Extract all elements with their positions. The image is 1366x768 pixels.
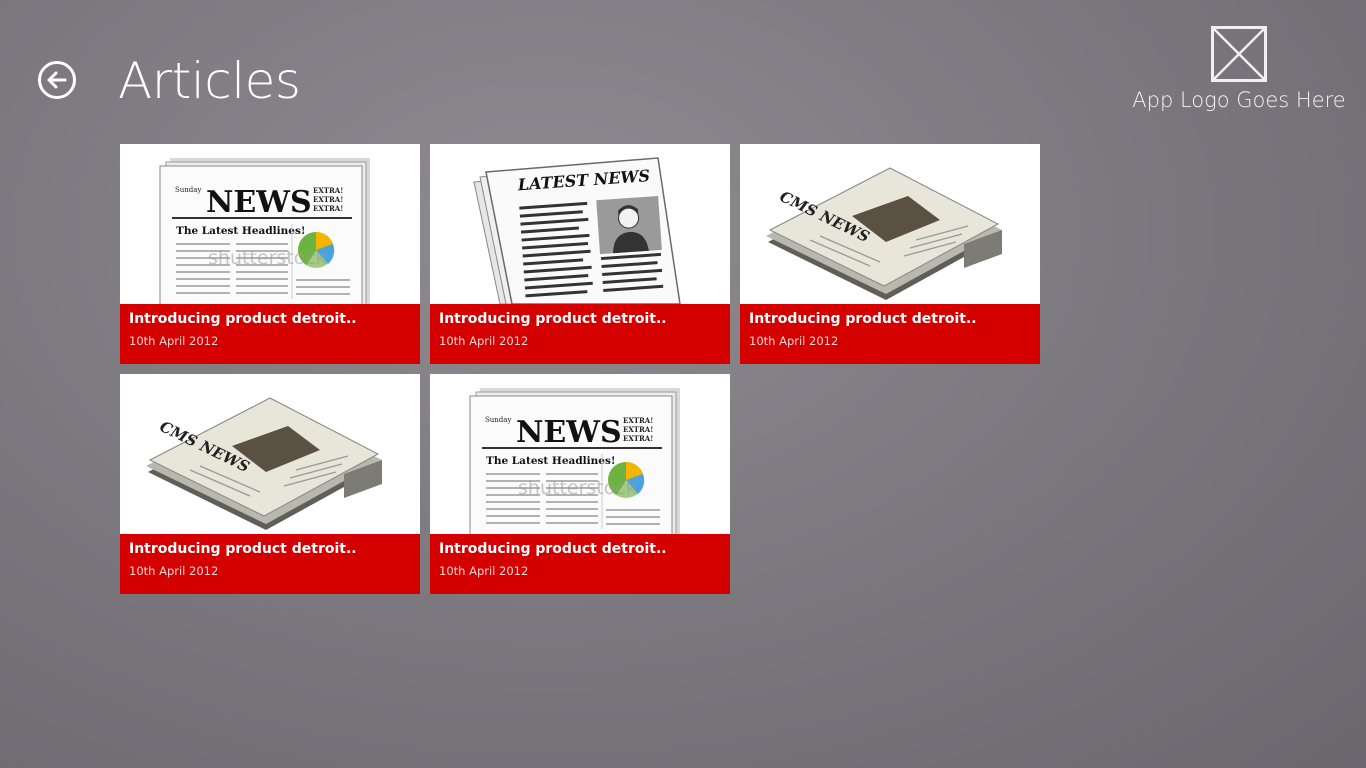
article-tile[interactable]: CMS NEWS Introducing product detroit.. 1…	[740, 144, 1040, 364]
sunday-label: Sunday	[485, 416, 511, 424]
article-title: Introducing product detroit..	[439, 311, 667, 327]
headlines-text: The Latest Headlines!	[486, 455, 615, 467]
article-date: 10th April 2012	[749, 334, 839, 348]
article-caption: Introducing product detroit.. 10th April…	[120, 304, 420, 364]
newspaper-icon: Sunday NEWS EXTRA! EXTRA! EXTRA! The Lat…	[159, 158, 370, 304]
article-tile[interactable]: Sunday NEWS EXTRA! EXTRA! EXTRA! The Lat…	[120, 144, 420, 364]
svg-text:EXTRA!: EXTRA!	[313, 186, 343, 195]
article-caption: Introducing product detroit.. 10th April…	[430, 534, 730, 594]
newspaper-icon: CMS NEWS	[146, 397, 382, 530]
article-date: 10th April 2012	[129, 334, 219, 348]
article-title: Introducing product detroit..	[129, 311, 357, 327]
svg-text:EXTRA!: EXTRA!	[623, 425, 653, 434]
article-thumbnail: Sunday NEWS EXTRA! EXTRA! EXTRA! The Lat…	[430, 374, 730, 534]
article-caption: Introducing product detroit.. 10th April…	[430, 304, 730, 364]
article-date: 10th April 2012	[129, 564, 219, 578]
logo-text: App Logo Goes Here	[1132, 88, 1346, 112]
back-button[interactable]	[38, 61, 76, 99]
news-headline: NEWS	[206, 185, 312, 220]
article-title: Introducing product detroit..	[129, 541, 357, 557]
news-headline: NEWS	[516, 415, 622, 450]
newspaper-icon: LATEST NEWS	[473, 157, 681, 304]
article-tile[interactable]: LATEST NEWS Introducing product detroit.…	[430, 144, 730, 364]
svg-text:EXTRA!: EXTRA!	[313, 195, 343, 204]
article-tile[interactable]: CMS NEWS Introducing product detroit.. 1…	[120, 374, 420, 594]
article-title: Introducing product detroit..	[749, 311, 977, 327]
headlines-text: The Latest Headlines!	[176, 225, 305, 237]
article-thumbnail: Sunday NEWS EXTRA! EXTRA! EXTRA! The Lat…	[120, 144, 420, 304]
svg-text:EXTRA!: EXTRA!	[313, 204, 343, 213]
app-logo: App Logo Goes Here	[1128, 26, 1350, 112]
article-thumbnail: CMS NEWS	[740, 144, 1040, 304]
newspaper-icon: CMS NEWS	[766, 167, 1002, 300]
svg-text:EXTRA!: EXTRA!	[623, 434, 653, 443]
watermark: shutterstock	[208, 247, 327, 269]
back-arrow-icon	[47, 71, 67, 89]
watermark: shutterstock	[518, 477, 637, 499]
article-date: 10th April 2012	[439, 334, 529, 348]
article-thumbnail: CMS NEWS	[120, 374, 420, 534]
article-title: Introducing product detroit..	[439, 541, 667, 557]
article-date: 10th April 2012	[439, 564, 529, 578]
newspaper-icon: Sunday NEWS EXTRA! EXTRA! EXTRA! The Lat…	[469, 388, 680, 534]
svg-text:EXTRA!: EXTRA!	[623, 416, 653, 425]
logo-placeholder-icon	[1211, 26, 1267, 82]
sunday-label: Sunday	[175, 186, 201, 194]
page-title: Articles	[118, 52, 301, 110]
article-caption: Introducing product detroit.. 10th April…	[740, 304, 1040, 364]
article-thumbnail: LATEST NEWS	[430, 144, 730, 304]
article-tile[interactable]: Sunday NEWS EXTRA! EXTRA! EXTRA! The Lat…	[430, 374, 730, 594]
article-caption: Introducing product detroit.. 10th April…	[120, 534, 420, 594]
